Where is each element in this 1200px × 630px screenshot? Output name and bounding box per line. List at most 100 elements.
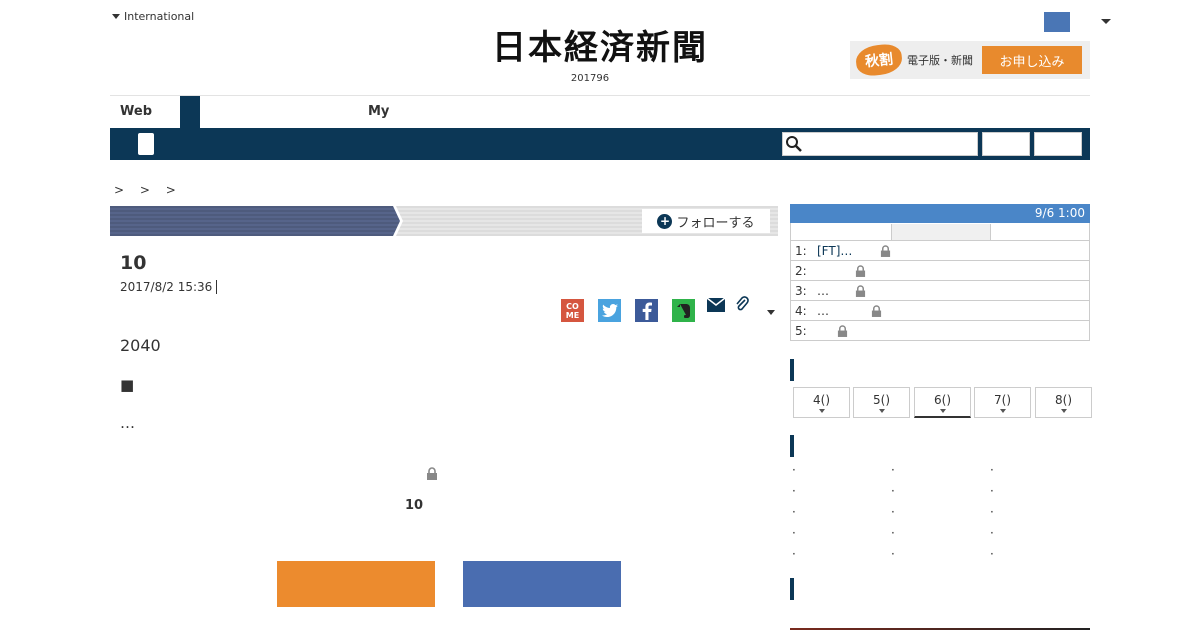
search-icon[interactable] [785, 135, 803, 153]
list-bullet: · [990, 484, 994, 498]
evernote-elephant-icon [676, 303, 690, 318]
ranking-item[interactable]: 1: [FT]… [790, 241, 1090, 261]
lock-icon [427, 467, 437, 480]
lock-icon [837, 324, 848, 337]
autumn-sale-label: 秋割 [854, 42, 904, 78]
list-bullet: · [990, 547, 994, 561]
evernote-icon[interactable] [672, 299, 695, 322]
lock-icon [871, 304, 882, 317]
follow-button[interactable]: + フォローする [642, 209, 770, 233]
facebook-f-icon [642, 302, 652, 320]
ranking-rank: 1: [795, 243, 807, 258]
day-tab[interactable]: 4() [793, 387, 850, 418]
ranking-time: 9/6 1:00 [1034, 206, 1085, 220]
ranking-item[interactable]: 3: … [790, 281, 1090, 301]
chevron-down-icon [939, 409, 946, 413]
day-tab-label: 7() [994, 393, 1011, 407]
article-paragraph: … [120, 414, 135, 432]
header-divider [110, 95, 1090, 96]
list-bullet: · [792, 547, 796, 561]
plus-circle-icon: + [657, 213, 673, 229]
section-marker [790, 359, 794, 381]
mail-icon[interactable] [707, 298, 725, 312]
day-tab[interactable]: 8() [1035, 387, 1092, 418]
day-tab[interactable]: 7() [974, 387, 1031, 418]
nav-login-button[interactable] [982, 132, 1030, 156]
article-date: 2017/8/2 15:36 [120, 280, 213, 294]
nav-register-button[interactable] [1034, 132, 1082, 156]
day-tab-label: 4() [813, 393, 830, 407]
clip-icon[interactable] [735, 296, 749, 312]
subscribe-button[interactable] [277, 561, 435, 607]
international-link[interactable]: International [112, 10, 194, 23]
chevron-down-icon [878, 409, 885, 413]
autumn-sale-badge: 秋割 [850, 41, 904, 79]
menu-button[interactable] [138, 133, 154, 155]
come-top-text: CO [566, 301, 579, 311]
ranking-item[interactable]: 5: [790, 321, 1090, 341]
tab-active-marker[interactable] [180, 96, 200, 128]
day-tab-selected[interactable]: 6() [914, 387, 971, 418]
international-label: International [124, 10, 195, 23]
list-bullet: · [891, 547, 895, 561]
section-label-band [110, 206, 400, 236]
list-bullet: · [792, 526, 796, 540]
list-bullet: · [891, 526, 895, 540]
chevron-down-icon [818, 409, 825, 413]
ranking-item[interactable]: 4: … [790, 301, 1090, 321]
ranking-item[interactable]: 2: [790, 261, 1090, 281]
ranking-title: [FT]… [817, 243, 853, 258]
list-bullet: · [792, 463, 796, 477]
list-bullet: · [990, 526, 994, 540]
day-tab[interactable]: 5() [853, 387, 910, 418]
chevron-down-icon [1060, 409, 1067, 413]
article-headline: 10 [120, 252, 147, 274]
facebook-icon[interactable] [635, 299, 658, 322]
ranking-title: … [817, 303, 829, 318]
list-bullet: · [990, 463, 994, 477]
follow-label: フォローする [676, 215, 755, 231]
lock-icon [855, 284, 866, 297]
apply-button[interactable]: お申し込み [982, 46, 1082, 74]
subscribe-promo-banner[interactable]: 秋割 電子版・新聞 お申し込み [850, 41, 1090, 79]
lock-icon [881, 244, 891, 257]
list-bullet: · [891, 463, 895, 477]
come-bottom-text: ME [565, 310, 580, 320]
section-marker [790, 435, 794, 457]
caret-down-icon [112, 14, 120, 19]
article-paragraph: 2040 [120, 336, 161, 355]
share-more-caret-icon[interactable] [767, 310, 775, 315]
nikkei-logo[interactable]: 日本経済新聞 [455, 28, 745, 68]
user-avatar[interactable] [1044, 12, 1070, 32]
ranking-rank: 3: [795, 283, 807, 298]
list-bullet: · [891, 505, 895, 519]
login-button[interactable] [463, 561, 621, 607]
lock-icon [855, 264, 866, 277]
date-separator [216, 280, 217, 294]
chevron-down-icon [999, 409, 1006, 413]
ranking-rank: 2: [795, 263, 807, 278]
list-bullet: · [891, 484, 895, 498]
tab-web[interactable]: Web [110, 96, 180, 128]
twitter-icon[interactable] [598, 299, 621, 322]
twitter-bird-icon [601, 303, 618, 317]
logo-subtext: 201796 [570, 73, 610, 84]
search-input[interactable] [782, 132, 978, 156]
day-tab-label: 6() [934, 393, 951, 407]
list-bullet: · [990, 505, 994, 519]
promo-text: 電子版・新聞 [907, 54, 973, 67]
ranking-rank: 4: [795, 303, 807, 318]
ranking-tab-2[interactable] [891, 224, 991, 240]
user-menu-caret-icon[interactable] [1101, 19, 1111, 24]
paywall-message: 10 [405, 498, 424, 513]
ranking-title: … [817, 283, 829, 298]
tab-my[interactable]: My [360, 96, 420, 128]
day-tab-label: 5() [873, 393, 890, 407]
come-share-icon[interactable]: CO ME [561, 299, 584, 322]
list-bullet: · [792, 505, 796, 519]
day-tab-label: 8() [1055, 393, 1072, 407]
section-marker [790, 578, 794, 600]
breadcrumb[interactable]: > > > [114, 183, 182, 197]
list-bullet: · [792, 484, 796, 498]
ranking-rank: 5: [795, 323, 807, 338]
